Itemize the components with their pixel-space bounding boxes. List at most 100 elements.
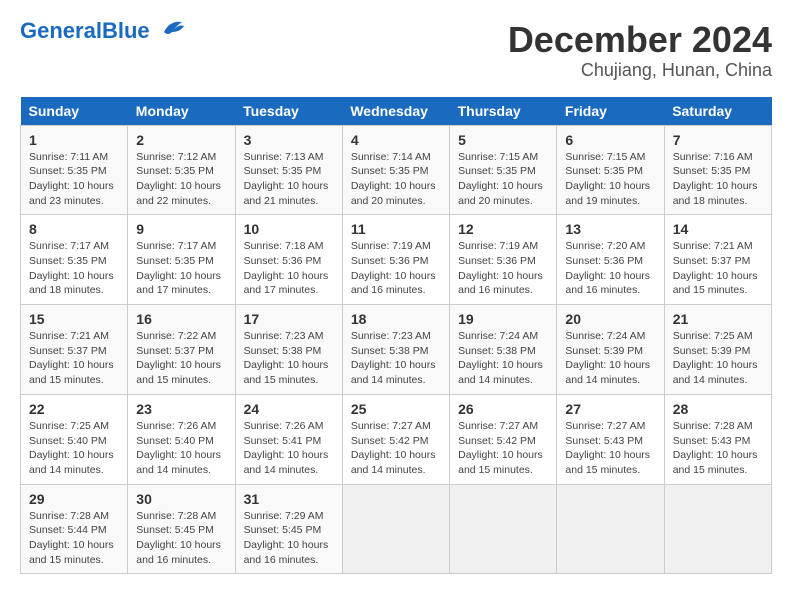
day-info: Sunrise: 7:15 AM Sunset: 5:35 PM Dayligh… — [458, 151, 543, 207]
day-info: Sunrise: 7:20 AM Sunset: 5:36 PM Dayligh… — [565, 240, 650, 296]
day-number: 25 — [351, 401, 441, 417]
day-info: Sunrise: 7:13 AM Sunset: 5:35 PM Dayligh… — [244, 151, 329, 207]
table-row: 22 Sunrise: 7:25 AM Sunset: 5:40 PM Dayl… — [21, 394, 128, 484]
location-title: Chujiang, Hunan, China — [508, 60, 772, 81]
header-friday: Friday — [557, 97, 664, 126]
day-info: Sunrise: 7:25 AM Sunset: 5:40 PM Dayligh… — [29, 420, 114, 476]
day-info: Sunrise: 7:27 AM Sunset: 5:43 PM Dayligh… — [565, 420, 650, 476]
table-row: 13 Sunrise: 7:20 AM Sunset: 5:36 PM Dayl… — [557, 215, 664, 305]
table-row: 12 Sunrise: 7:19 AM Sunset: 5:36 PM Dayl… — [450, 215, 557, 305]
logo-bird-icon — [154, 18, 186, 40]
day-number: 20 — [565, 311, 655, 327]
day-number: 2 — [136, 132, 226, 148]
day-info: Sunrise: 7:19 AM Sunset: 5:36 PM Dayligh… — [458, 240, 543, 296]
table-row: 26 Sunrise: 7:27 AM Sunset: 5:42 PM Dayl… — [450, 394, 557, 484]
day-number: 13 — [565, 221, 655, 237]
calendar-row: 8 Sunrise: 7:17 AM Sunset: 5:35 PM Dayli… — [21, 215, 772, 305]
day-number: 1 — [29, 132, 119, 148]
table-row — [450, 484, 557, 574]
calendar-table: Sunday Monday Tuesday Wednesday Thursday… — [20, 97, 772, 575]
table-row — [342, 484, 449, 574]
day-number: 27 — [565, 401, 655, 417]
day-number: 29 — [29, 491, 119, 507]
table-row: 17 Sunrise: 7:23 AM Sunset: 5:38 PM Dayl… — [235, 305, 342, 395]
day-info: Sunrise: 7:16 AM Sunset: 5:35 PM Dayligh… — [673, 151, 758, 207]
day-info: Sunrise: 7:21 AM Sunset: 5:37 PM Dayligh… — [673, 240, 758, 296]
table-row: 15 Sunrise: 7:21 AM Sunset: 5:37 PM Dayl… — [21, 305, 128, 395]
table-row: 19 Sunrise: 7:24 AM Sunset: 5:38 PM Dayl… — [450, 305, 557, 395]
day-info: Sunrise: 7:17 AM Sunset: 5:35 PM Dayligh… — [136, 240, 221, 296]
table-row: 28 Sunrise: 7:28 AM Sunset: 5:43 PM Dayl… — [664, 394, 771, 484]
day-number: 4 — [351, 132, 441, 148]
day-info: Sunrise: 7:12 AM Sunset: 5:35 PM Dayligh… — [136, 151, 221, 207]
day-number: 14 — [673, 221, 763, 237]
day-info: Sunrise: 7:25 AM Sunset: 5:39 PM Dayligh… — [673, 330, 758, 386]
table-row: 3 Sunrise: 7:13 AM Sunset: 5:35 PM Dayli… — [235, 125, 342, 215]
table-row: 23 Sunrise: 7:26 AM Sunset: 5:40 PM Dayl… — [128, 394, 235, 484]
calendar-row: 22 Sunrise: 7:25 AM Sunset: 5:40 PM Dayl… — [21, 394, 772, 484]
header-saturday: Saturday — [664, 97, 771, 126]
table-row: 18 Sunrise: 7:23 AM Sunset: 5:38 PM Dayl… — [342, 305, 449, 395]
table-row: 1 Sunrise: 7:11 AM Sunset: 5:35 PM Dayli… — [21, 125, 128, 215]
day-number: 17 — [244, 311, 334, 327]
day-number: 30 — [136, 491, 226, 507]
table-row: 4 Sunrise: 7:14 AM Sunset: 5:35 PM Dayli… — [342, 125, 449, 215]
day-info: Sunrise: 7:29 AM Sunset: 5:45 PM Dayligh… — [244, 510, 329, 566]
day-info: Sunrise: 7:28 AM Sunset: 5:43 PM Dayligh… — [673, 420, 758, 476]
table-row — [664, 484, 771, 574]
table-row: 6 Sunrise: 7:15 AM Sunset: 5:35 PM Dayli… — [557, 125, 664, 215]
day-info: Sunrise: 7:28 AM Sunset: 5:44 PM Dayligh… — [29, 510, 114, 566]
table-row: 21 Sunrise: 7:25 AM Sunset: 5:39 PM Dayl… — [664, 305, 771, 395]
day-number: 9 — [136, 221, 226, 237]
day-info: Sunrise: 7:27 AM Sunset: 5:42 PM Dayligh… — [351, 420, 436, 476]
day-info: Sunrise: 7:23 AM Sunset: 5:38 PM Dayligh… — [351, 330, 436, 386]
day-info: Sunrise: 7:18 AM Sunset: 5:36 PM Dayligh… — [244, 240, 329, 296]
day-info: Sunrise: 7:15 AM Sunset: 5:35 PM Dayligh… — [565, 151, 650, 207]
day-info: Sunrise: 7:28 AM Sunset: 5:45 PM Dayligh… — [136, 510, 221, 566]
day-number: 10 — [244, 221, 334, 237]
table-row: 16 Sunrise: 7:22 AM Sunset: 5:37 PM Dayl… — [128, 305, 235, 395]
table-row — [557, 484, 664, 574]
day-info: Sunrise: 7:11 AM Sunset: 5:35 PM Dayligh… — [29, 151, 114, 207]
header-sunday: Sunday — [21, 97, 128, 126]
page-header: GeneralBlue December 2024 Chujiang, Huna… — [20, 20, 772, 81]
day-info: Sunrise: 7:23 AM Sunset: 5:38 PM Dayligh… — [244, 330, 329, 386]
table-row: 9 Sunrise: 7:17 AM Sunset: 5:35 PM Dayli… — [128, 215, 235, 305]
month-title: December 2024 — [508, 20, 772, 60]
day-number: 19 — [458, 311, 548, 327]
table-row: 11 Sunrise: 7:19 AM Sunset: 5:36 PM Dayl… — [342, 215, 449, 305]
day-info: Sunrise: 7:17 AM Sunset: 5:35 PM Dayligh… — [29, 240, 114, 296]
day-number: 28 — [673, 401, 763, 417]
day-info: Sunrise: 7:27 AM Sunset: 5:42 PM Dayligh… — [458, 420, 543, 476]
day-number: 31 — [244, 491, 334, 507]
table-row: 27 Sunrise: 7:27 AM Sunset: 5:43 PM Dayl… — [557, 394, 664, 484]
day-number: 24 — [244, 401, 334, 417]
table-row: 31 Sunrise: 7:29 AM Sunset: 5:45 PM Dayl… — [235, 484, 342, 574]
table-row: 24 Sunrise: 7:26 AM Sunset: 5:41 PM Dayl… — [235, 394, 342, 484]
table-row: 5 Sunrise: 7:15 AM Sunset: 5:35 PM Dayli… — [450, 125, 557, 215]
header-thursday: Thursday — [450, 97, 557, 126]
day-info: Sunrise: 7:24 AM Sunset: 5:39 PM Dayligh… — [565, 330, 650, 386]
table-row: 30 Sunrise: 7:28 AM Sunset: 5:45 PM Dayl… — [128, 484, 235, 574]
logo-text: GeneralBlue — [20, 20, 150, 42]
day-number: 6 — [565, 132, 655, 148]
day-number: 22 — [29, 401, 119, 417]
day-info: Sunrise: 7:14 AM Sunset: 5:35 PM Dayligh… — [351, 151, 436, 207]
day-number: 18 — [351, 311, 441, 327]
logo: GeneralBlue — [20, 20, 186, 42]
day-info: Sunrise: 7:22 AM Sunset: 5:37 PM Dayligh… — [136, 330, 221, 386]
title-area: December 2024 Chujiang, Hunan, China — [508, 20, 772, 81]
calendar-row: 1 Sunrise: 7:11 AM Sunset: 5:35 PM Dayli… — [21, 125, 772, 215]
day-info: Sunrise: 7:26 AM Sunset: 5:41 PM Dayligh… — [244, 420, 329, 476]
day-number: 7 — [673, 132, 763, 148]
table-row: 8 Sunrise: 7:17 AM Sunset: 5:35 PM Dayli… — [21, 215, 128, 305]
day-number: 15 — [29, 311, 119, 327]
day-number: 11 — [351, 221, 441, 237]
table-row: 2 Sunrise: 7:12 AM Sunset: 5:35 PM Dayli… — [128, 125, 235, 215]
day-number: 23 — [136, 401, 226, 417]
calendar-row: 15 Sunrise: 7:21 AM Sunset: 5:37 PM Dayl… — [21, 305, 772, 395]
day-number: 8 — [29, 221, 119, 237]
day-number: 26 — [458, 401, 548, 417]
day-info: Sunrise: 7:21 AM Sunset: 5:37 PM Dayligh… — [29, 330, 114, 386]
day-number: 3 — [244, 132, 334, 148]
